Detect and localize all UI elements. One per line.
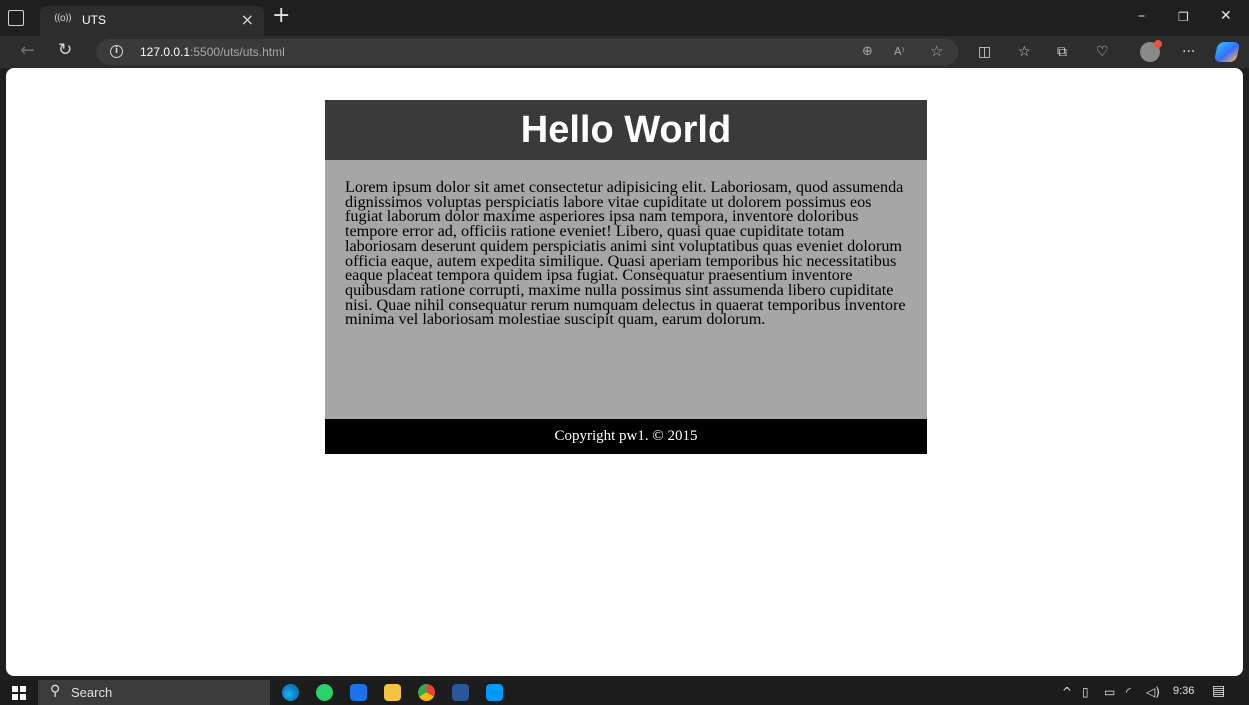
copyright-text: Copyright pw1. © 2015 (554, 428, 698, 444)
browser-essentials-icon[interactable]: ♡ (1096, 44, 1109, 60)
page-viewport: Hello World Lorem ipsum dolor sit amet c… (6, 68, 1243, 676)
whatsapp-icon[interactable] (316, 684, 333, 701)
back-arrow-icon[interactable]: ← (20, 40, 35, 61)
chrome-icon[interactable] (418, 684, 435, 701)
url-host: 127.0.0.1 (140, 45, 191, 59)
vscode-icon[interactable] (486, 684, 503, 701)
battery-icon[interactable]: ▯ (1082, 685, 1089, 699)
copilot-icon[interactable] (1213, 42, 1241, 62)
clock[interactable]: 9:36 (1173, 685, 1194, 697)
content-paragraph: Lorem ipsum dolor sit amet consectetur a… (345, 178, 906, 329)
broadcast-icon: ((o)) (54, 13, 72, 24)
collections-icon[interactable]: ⧉ (1057, 44, 1067, 60)
tab-actions-icon[interactable] (8, 10, 24, 26)
volume-icon[interactable]: ◁) (1146, 685, 1160, 699)
favorites-icon[interactable]: ☆ (1018, 44, 1031, 60)
word-icon[interactable] (452, 684, 469, 701)
windows-start-icon[interactable] (12, 686, 26, 700)
tray-chevron-icon[interactable]: ^ (1062, 685, 1072, 699)
address-bar[interactable]: i 127.0.0.1:5500/uts/uts.html ⊕ A⁾ ☆ (96, 39, 958, 65)
page-header: Hello World (325, 100, 927, 160)
network-icon[interactable]: ▭ (1104, 685, 1115, 699)
tab-close-icon[interactable]: × (241, 10, 254, 29)
search-label: Search (71, 685, 113, 700)
new-tab-button[interactable]: + (272, 4, 290, 28)
page-title: Hello World (520, 109, 732, 151)
mail-icon[interactable] (350, 684, 367, 701)
title-bar: ((o)) UTS × + – ❐ ✕ (0, 0, 1249, 36)
zoom-icon[interactable]: ⊕ (862, 44, 873, 59)
page-content: Lorem ipsum dolor sit amet consectetur a… (325, 160, 927, 419)
page-container: Hello World Lorem ipsum dolor sit amet c… (325, 100, 927, 454)
file-explorer-icon[interactable] (384, 684, 401, 701)
favorite-star-icon[interactable]: ☆ (930, 42, 943, 60)
tab-title: UTS (82, 13, 106, 27)
close-window-icon[interactable]: ✕ (1220, 8, 1232, 24)
url-text[interactable]: 127.0.0.1:5500/uts/uts.html (140, 45, 285, 59)
tab-uts[interactable]: ((o)) UTS × (40, 6, 264, 36)
notifications-icon[interactable]: ▤ (1212, 683, 1225, 699)
url-path: :5500/uts/uts.html (190, 45, 285, 59)
taskbar: ⚲ Search ^ ▯ ▭ ◜ ◁) 9:36 ▤ (0, 680, 1249, 705)
edge-icon[interactable] (282, 684, 299, 701)
page-footer: Copyright pw1. © 2015 (325, 419, 927, 454)
notification-dot (1154, 40, 1162, 48)
split-screen-icon[interactable]: ◫ (978, 44, 991, 60)
restore-icon[interactable]: ❐ (1178, 10, 1189, 24)
read-aloud-icon[interactable]: A⁾ (894, 45, 904, 58)
browser-toolbar: ← ↻ i 127.0.0.1:5500/uts/uts.html ⊕ A⁾ ☆… (0, 36, 1249, 68)
wifi-icon[interactable]: ◜ (1126, 685, 1131, 699)
site-info-icon[interactable]: i (110, 45, 123, 58)
taskbar-search[interactable]: ⚲ Search (38, 680, 270, 705)
more-icon[interactable]: ··· (1182, 44, 1195, 60)
minimize-icon[interactable]: – (1138, 8, 1145, 24)
search-icon: ⚲ (50, 683, 61, 699)
profile-icon[interactable] (1140, 40, 1162, 62)
reload-icon[interactable]: ↻ (58, 40, 72, 60)
